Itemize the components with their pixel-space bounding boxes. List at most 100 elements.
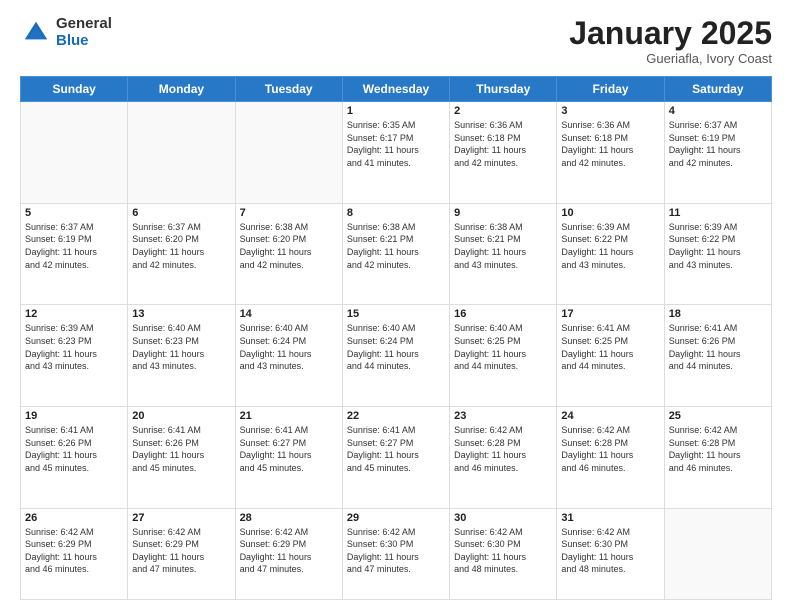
- calendar-cell: 6 Sunrise: 6:37 AM Sunset: 6:20 PM Daylig…: [128, 203, 235, 305]
- day-number: 26: [25, 512, 123, 524]
- location: Gueriafla, Ivory Coast: [569, 51, 772, 66]
- calendar-cell: 12 Sunrise: 6:39 AM Sunset: 6:23 PM Dayli…: [21, 305, 128, 407]
- calendar-week-5: 26 Sunrise: 6:42 AM Sunset: 6:29 PM Dayli…: [21, 508, 772, 599]
- calendar-cell: 27Sunrise: 6:42 AM Sunset: 6:29 PM Dayli…: [128, 508, 235, 599]
- calendar-cell: 19 Sunrise: 6:41 AM Sunset: 6:26 PM Dayli…: [21, 406, 128, 508]
- calendar-week-4: 19 Sunrise: 6:41 AM Sunset: 6:26 PM Dayli…: [21, 406, 772, 508]
- day-number: 27: [132, 512, 230, 524]
- day-info: Sunrise: 6:38 AM Sunset: 6:21 PM Dayligh…: [347, 221, 445, 271]
- day-info: Sunrise: 6:40 AM Sunset: 6:24 PM Dayligh…: [240, 322, 338, 372]
- day-number: 20: [132, 410, 230, 422]
- calendar-header-row: SundayMondayTuesdayWednesdayThursdayFrid…: [21, 77, 772, 102]
- logo: General Blue: [20, 16, 112, 49]
- calendar-cell: 11Sunrise: 6:39 AM Sunset: 6:22 PM Dayli…: [664, 203, 771, 305]
- calendar-cell: 5Sunrise: 6:37 AM Sunset: 6:19 PM Daylig…: [21, 203, 128, 305]
- day-info: Sunrise: 6:41 AM Sunset: 6:27 PM Dayligh…: [347, 424, 445, 474]
- day-info: Sunrise: 6:42 AM Sunset: 6:30 PM Dayligh…: [561, 526, 659, 576]
- calendar-cell: 26 Sunrise: 6:42 AM Sunset: 6:29 PM Dayli…: [21, 508, 128, 599]
- calendar-cell: 28 Sunrise: 6:42 AM Sunset: 6:29 PM Dayli…: [235, 508, 342, 599]
- day-info: Sunrise: 6:42 AM Sunset: 6:28 PM Dayligh…: [561, 424, 659, 474]
- day-number: 8: [347, 207, 445, 219]
- day-number: 1: [347, 105, 445, 117]
- day-info: Sunrise: 6:37 AM Sunset: 6:20 PM Dayligh…: [132, 221, 230, 271]
- calendar-week-1: 1 Sunrise: 6:35 AM Sunset: 6:17 PM Daylig…: [21, 102, 772, 204]
- day-number: 6: [132, 207, 230, 219]
- day-number: 28: [240, 512, 338, 524]
- day-info: Sunrise: 6:37 AM Sunset: 6:19 PM Dayligh…: [669, 119, 767, 169]
- calendar-cell: 14 Sunrise: 6:40 AM Sunset: 6:24 PM Dayli…: [235, 305, 342, 407]
- calendar-cell: 7 Sunrise: 6:38 AM Sunset: 6:20 PM Daylig…: [235, 203, 342, 305]
- calendar-header-saturday: Saturday: [664, 77, 771, 102]
- day-number: 25: [669, 410, 767, 422]
- calendar-cell: 1 Sunrise: 6:35 AM Sunset: 6:17 PM Daylig…: [342, 102, 449, 204]
- day-info: Sunrise: 6:41 AM Sunset: 6:27 PM Dayligh…: [240, 424, 338, 474]
- logo-blue-text: Blue: [56, 33, 112, 50]
- calendar-header-tuesday: Tuesday: [235, 77, 342, 102]
- calendar-cell: 3Sunrise: 6:36 AM Sunset: 6:18 PM Daylig…: [557, 102, 664, 204]
- day-number: 12: [25, 308, 123, 320]
- calendar-cell: 21 Sunrise: 6:41 AM Sunset: 6:27 PM Dayli…: [235, 406, 342, 508]
- day-info: Sunrise: 6:42 AM Sunset: 6:30 PM Dayligh…: [347, 526, 445, 576]
- calendar-cell: 25 Sunrise: 6:42 AM Sunset: 6:28 PM Dayli…: [664, 406, 771, 508]
- logo-general-text: General: [56, 16, 112, 33]
- day-info: Sunrise: 6:36 AM Sunset: 6:18 PM Dayligh…: [454, 119, 552, 169]
- title-block: January 2025 Gueriafla, Ivory Coast: [569, 16, 772, 66]
- day-info: Sunrise: 6:38 AM Sunset: 6:21 PM Dayligh…: [454, 221, 552, 271]
- day-info: Sunrise: 6:40 AM Sunset: 6:25 PM Dayligh…: [454, 322, 552, 372]
- day-info: Sunrise: 6:42 AM Sunset: 6:29 PM Dayligh…: [25, 526, 123, 576]
- day-info: Sunrise: 6:35 AM Sunset: 6:17 PM Dayligh…: [347, 119, 445, 169]
- calendar-cell: 9Sunrise: 6:38 AM Sunset: 6:21 PM Daylig…: [450, 203, 557, 305]
- day-number: 2: [454, 105, 552, 117]
- day-info: Sunrise: 6:37 AM Sunset: 6:19 PM Dayligh…: [25, 221, 123, 271]
- page: General Blue January 2025 Gueriafla, Ivo…: [0, 0, 792, 612]
- day-number: 11: [669, 207, 767, 219]
- calendar-cell: 22 Sunrise: 6:41 AM Sunset: 6:27 PM Dayli…: [342, 406, 449, 508]
- day-info: Sunrise: 6:41 AM Sunset: 6:26 PM Dayligh…: [132, 424, 230, 474]
- day-number: 7: [240, 207, 338, 219]
- day-number: 18: [669, 308, 767, 320]
- day-info: Sunrise: 6:39 AM Sunset: 6:22 PM Dayligh…: [561, 221, 659, 271]
- day-number: 10: [561, 207, 659, 219]
- calendar-header-sunday: Sunday: [21, 77, 128, 102]
- calendar-cell: 17 Sunrise: 6:41 AM Sunset: 6:25 PM Dayli…: [557, 305, 664, 407]
- calendar-cell: 10 Sunrise: 6:39 AM Sunset: 6:22 PM Dayli…: [557, 203, 664, 305]
- day-number: 31: [561, 512, 659, 524]
- day-number: 24: [561, 410, 659, 422]
- calendar-header-monday: Monday: [128, 77, 235, 102]
- logo-text: General Blue: [56, 16, 112, 49]
- calendar-cell: 23Sunrise: 6:42 AM Sunset: 6:28 PM Dayli…: [450, 406, 557, 508]
- day-number: 22: [347, 410, 445, 422]
- day-info: Sunrise: 6:42 AM Sunset: 6:30 PM Dayligh…: [454, 526, 552, 576]
- day-number: 30: [454, 512, 552, 524]
- day-info: Sunrise: 6:42 AM Sunset: 6:29 PM Dayligh…: [240, 526, 338, 576]
- calendar-cell: 16 Sunrise: 6:40 AM Sunset: 6:25 PM Dayli…: [450, 305, 557, 407]
- day-number: 3: [561, 105, 659, 117]
- calendar-cell: 15Sunrise: 6:40 AM Sunset: 6:24 PM Dayli…: [342, 305, 449, 407]
- day-number: 15: [347, 308, 445, 320]
- calendar-cell: 4Sunrise: 6:37 AM Sunset: 6:19 PM Daylig…: [664, 102, 771, 204]
- calendar-week-2: 5Sunrise: 6:37 AM Sunset: 6:19 PM Daylig…: [21, 203, 772, 305]
- calendar-cell: [664, 508, 771, 599]
- logo-icon: [20, 17, 52, 49]
- calendar: SundayMondayTuesdayWednesdayThursdayFrid…: [20, 76, 772, 600]
- day-number: 13: [132, 308, 230, 320]
- day-number: 19: [25, 410, 123, 422]
- day-info: Sunrise: 6:38 AM Sunset: 6:20 PM Dayligh…: [240, 221, 338, 271]
- month-title: January 2025: [569, 16, 772, 51]
- day-info: Sunrise: 6:39 AM Sunset: 6:23 PM Dayligh…: [25, 322, 123, 372]
- day-number: 21: [240, 410, 338, 422]
- calendar-cell: [235, 102, 342, 204]
- calendar-cell: [128, 102, 235, 204]
- day-info: Sunrise: 6:41 AM Sunset: 6:26 PM Dayligh…: [25, 424, 123, 474]
- day-info: Sunrise: 6:42 AM Sunset: 6:28 PM Dayligh…: [669, 424, 767, 474]
- day-number: 14: [240, 308, 338, 320]
- day-number: 16: [454, 308, 552, 320]
- day-info: Sunrise: 6:41 AM Sunset: 6:25 PM Dayligh…: [561, 322, 659, 372]
- calendar-week-3: 12 Sunrise: 6:39 AM Sunset: 6:23 PM Dayli…: [21, 305, 772, 407]
- calendar-cell: 20 Sunrise: 6:41 AM Sunset: 6:26 PM Dayli…: [128, 406, 235, 508]
- day-number: 23: [454, 410, 552, 422]
- calendar-cell: 8 Sunrise: 6:38 AM Sunset: 6:21 PM Daylig…: [342, 203, 449, 305]
- calendar-cell: 13Sunrise: 6:40 AM Sunset: 6:23 PM Dayli…: [128, 305, 235, 407]
- calendar-cell: [21, 102, 128, 204]
- day-number: 17: [561, 308, 659, 320]
